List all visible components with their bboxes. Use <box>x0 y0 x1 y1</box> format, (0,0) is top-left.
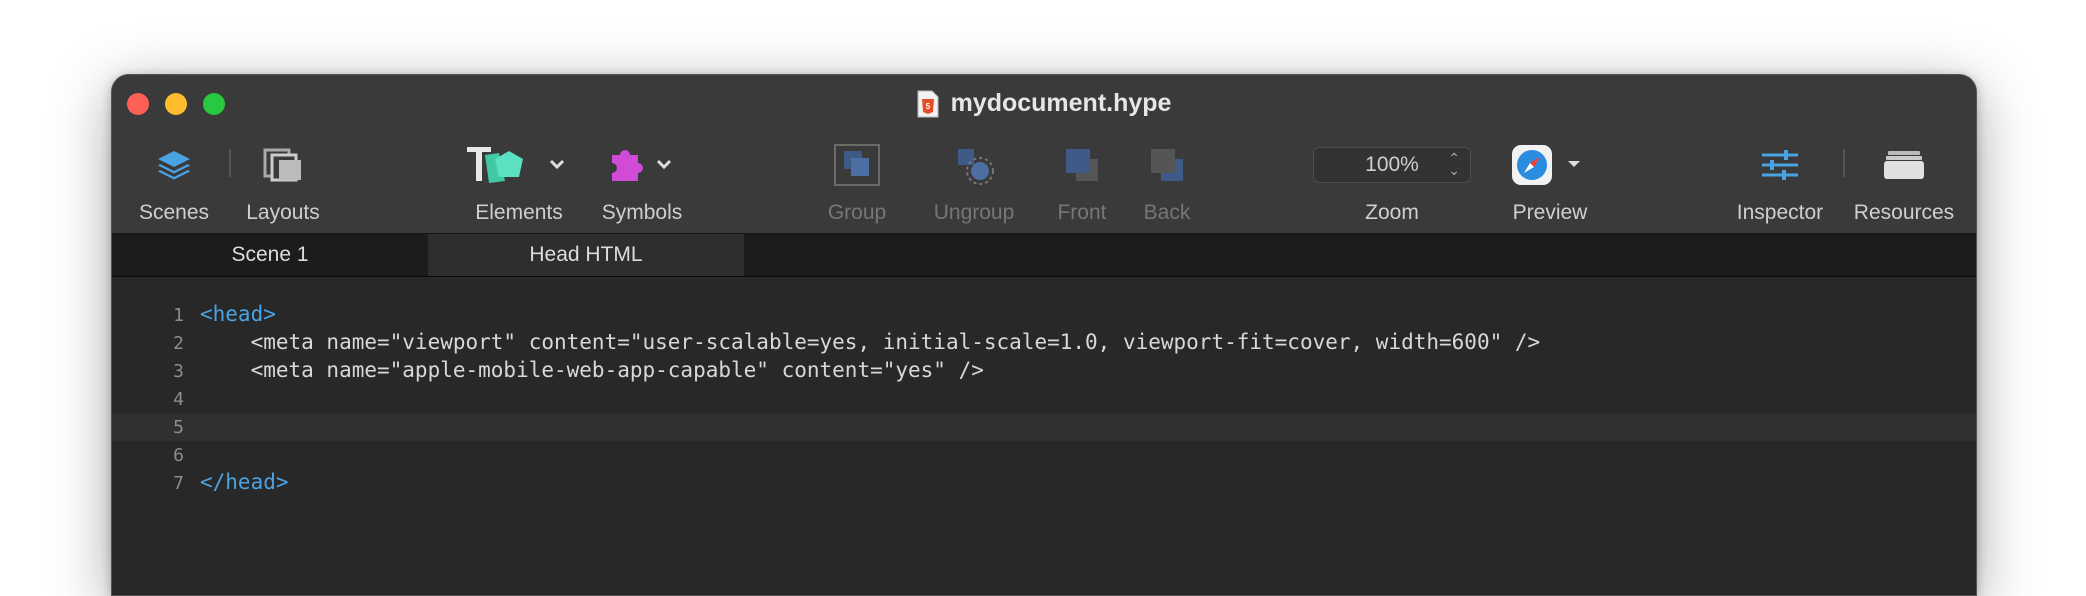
ungroup-icon <box>958 149 994 185</box>
group-button[interactable]: Group <box>817 135 897 225</box>
app-window: 5 mydocument.hype Scenes Layouts Element… <box>111 74 1977 596</box>
line-text: </head> <box>200 470 289 494</box>
ungroup-label: Ungroup <box>933 201 1015 224</box>
svg-text:5: 5 <box>925 102 930 111</box>
line-text: <meta name="viewport" content="user-scal… <box>200 330 1541 354</box>
code-editor[interactable]: 1 <head> 2 <meta name="viewport" content… <box>112 277 1976 595</box>
code-line-current: 5 <box>112 413 1976 441</box>
tab-label: Head HTML <box>529 243 643 266</box>
zoom-label: Zoom <box>1365 201 1419 224</box>
html-document-icon: 5 <box>917 90 939 117</box>
front-label: Front <box>1057 201 1107 224</box>
preview-label: Preview <box>1512 201 1588 224</box>
tab-label: Scene 1 <box>231 243 309 266</box>
line-number: 5 <box>173 417 184 438</box>
line-number: 3 <box>173 361 184 382</box>
scenes-button[interactable]: Scenes <box>134 135 214 225</box>
back-label: Back <box>1143 201 1191 224</box>
line-number: 6 <box>173 445 184 466</box>
code-line: 3 <meta name="apple-mobile-web-app-capab… <box>112 357 1976 385</box>
send-back-icon <box>1151 149 1183 181</box>
elements-label: Elements <box>475 201 563 224</box>
layouts-button[interactable]: Layouts <box>236 135 330 225</box>
inspector-button[interactable]: Inspector <box>1732 135 1828 225</box>
code-line: 1 <head> <box>112 301 1976 329</box>
puzzle-piece-icon <box>612 150 672 181</box>
group-label: Group <box>827 201 887 224</box>
line-number: 4 <box>173 389 184 410</box>
symbols-label: Symbols <box>601 201 683 224</box>
zoom-value: 100% <box>1365 153 1419 176</box>
send-to-back-button[interactable]: Back <box>1127 135 1207 225</box>
folder-icon <box>1884 151 1924 179</box>
zoom-field[interactable]: 100% ⌃ ⌄ <box>1313 147 1471 183</box>
tab-bar: Scene 1 Head HTML <box>112 234 1976 277</box>
layouts-icon <box>263 148 301 182</box>
scenes-label: Scenes <box>138 201 210 224</box>
line-number: 7 <box>173 473 184 494</box>
code-line: 4 <box>112 385 1976 413</box>
layers-icon <box>158 151 190 180</box>
elements-button[interactable]: Elements <box>464 135 574 225</box>
group-icon <box>834 144 880 186</box>
bring-front-icon <box>1066 149 1098 181</box>
zoom-stepper-icon[interactable]: ⌃ ⌄ <box>1448 151 1460 177</box>
line-text: <meta name="apple-mobile-web-app-capable… <box>200 358 984 382</box>
zoom-control: 100% ⌃ ⌄ Zoom <box>1312 135 1472 225</box>
resources-label: Resources <box>1853 201 1955 224</box>
code-line: 2 <meta name="viewport" content="user-sc… <box>112 329 1976 357</box>
bring-to-front-button[interactable]: Front <box>1042 135 1122 225</box>
tab-head-html[interactable]: Head HTML <box>428 234 744 276</box>
preview-button[interactable]: Preview <box>1500 135 1600 225</box>
symbols-button[interactable]: Symbols <box>595 135 689 225</box>
line-text: <head> <box>200 302 276 326</box>
inspector-label: Inspector <box>1736 201 1824 224</box>
code-line: 7 </head> <box>112 469 1976 497</box>
sliders-icon <box>1762 150 1798 180</box>
code-line: 6 <box>112 441 1976 469</box>
line-number: 1 <box>173 305 184 326</box>
elements-icon <box>467 147 565 183</box>
toolbar-separator <box>229 149 231 177</box>
safari-compass-icon <box>1512 145 1580 185</box>
tab-scene-1[interactable]: Scene 1 <box>112 234 428 276</box>
line-number: 2 <box>173 333 184 354</box>
title-toolbar: 5 mydocument.hype Scenes Layouts Element… <box>112 75 1976 234</box>
resources-button[interactable]: Resources <box>1845 135 1963 225</box>
ungroup-button[interactable]: Ungroup <box>918 135 1030 225</box>
layouts-label: Layouts <box>246 201 320 224</box>
window-title-area: 5 mydocument.hype <box>112 89 1976 118</box>
window-title: mydocument.hype <box>950 89 1172 117</box>
